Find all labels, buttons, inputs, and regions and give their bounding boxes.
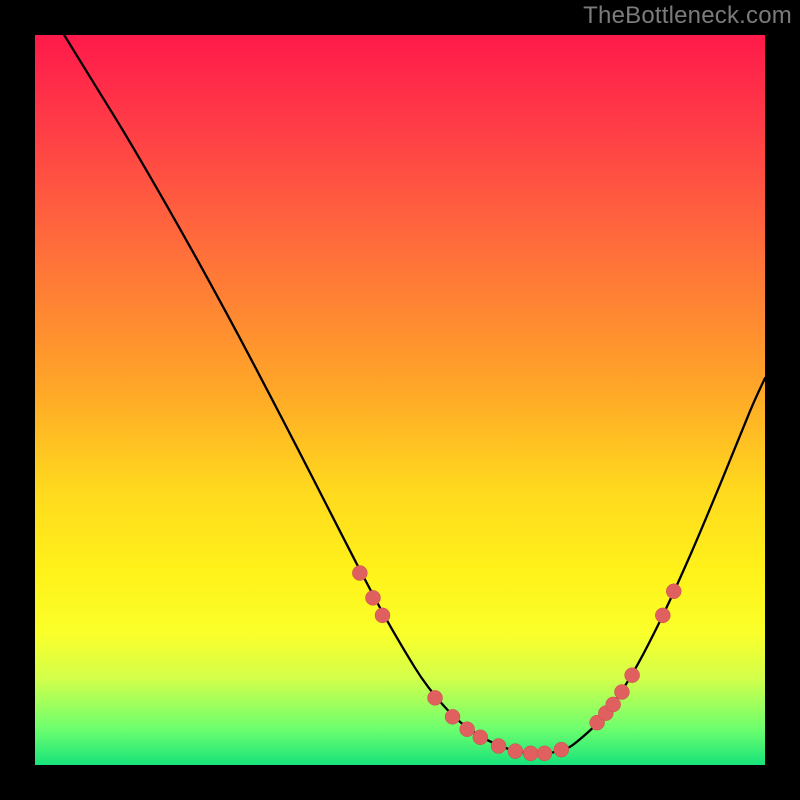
marker-dot	[554, 742, 569, 757]
marker-dot	[445, 709, 460, 724]
plot-area	[35, 35, 765, 765]
marker-dot	[428, 690, 443, 705]
curve-path	[64, 35, 765, 754]
marker-dot	[365, 590, 380, 605]
chart-svg	[35, 35, 765, 765]
marker-dot	[655, 608, 670, 623]
marker-dot	[606, 697, 621, 712]
chart-frame: TheBottleneck.com	[0, 0, 800, 800]
marker-dot	[537, 746, 552, 761]
marker-dot	[352, 566, 367, 581]
marker-dot	[473, 730, 488, 745]
marker-dot	[666, 584, 681, 599]
marker-dot	[614, 685, 629, 700]
marker-dot	[508, 744, 523, 759]
marker-dot	[460, 722, 475, 737]
markers-group	[352, 566, 681, 761]
marker-dot	[625, 668, 640, 683]
marker-dot	[523, 746, 538, 761]
marker-dot	[491, 739, 506, 754]
marker-dot	[375, 608, 390, 623]
attribution-text: TheBottleneck.com	[583, 2, 792, 30]
